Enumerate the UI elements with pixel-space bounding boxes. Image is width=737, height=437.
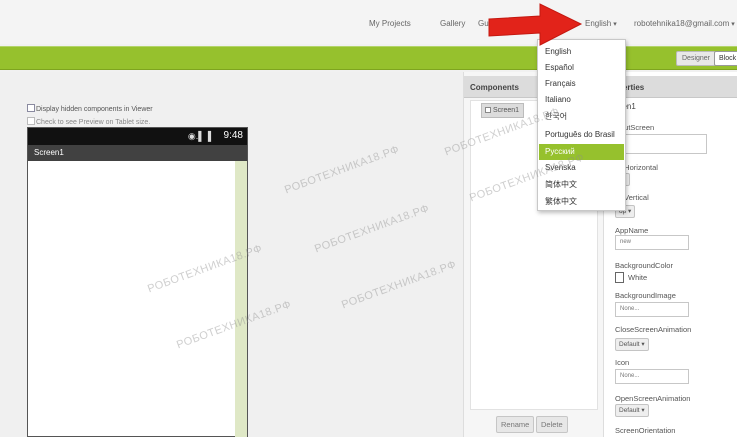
- close-animation-value: Default: [619, 341, 640, 348]
- tree-node-screen1[interactable]: Screen1: [481, 103, 525, 118]
- rename-button[interactable]: Rename: [496, 416, 535, 433]
- open-animation-select[interactable]: Default ▾: [615, 404, 649, 417]
- tablet-preview-toggle[interactable]: Check to see Preview on Tablet size.: [27, 117, 150, 126]
- icon-label: Icon: [615, 358, 630, 367]
- screen-orientation-label: ScreenOrientation: [615, 426, 676, 435]
- display-hidden-toggle[interactable]: Display hidden components in Viewer: [27, 104, 153, 113]
- status-time: 9:48: [223, 130, 243, 141]
- tablet-preview-label: Check to see Preview on Tablet size.: [36, 119, 151, 126]
- background-image-field[interactable]: None...: [615, 302, 689, 317]
- app-name-label: AppName: [615, 226, 649, 235]
- close-animation-label: CloseScreenAnimation: [615, 325, 692, 334]
- components-heading: Components: [470, 83, 519, 92]
- checkbox-icon[interactable]: [27, 104, 35, 112]
- open-animation-label: OpenScreenAnimation: [615, 394, 691, 403]
- color-swatch[interactable]: [615, 272, 624, 283]
- checkbox-icon[interactable]: [27, 117, 35, 125]
- background-color-value[interactable]: White: [628, 273, 647, 282]
- language-option-simplified-chinese[interactable]: 简体中文: [539, 177, 624, 193]
- delete-button[interactable]: Delete: [536, 416, 568, 433]
- icon-field[interactable]: None...: [615, 369, 689, 384]
- phone-status-bar: ◉.▌▐ 9:48: [28, 128, 247, 145]
- tree-node-label: Screen1: [493, 107, 520, 114]
- screen-title: Screen1: [34, 148, 64, 157]
- phone-scrollbar[interactable]: [235, 161, 247, 437]
- background-image-label: BackgroundImage: [615, 291, 676, 300]
- language-option-french[interactable]: Français: [539, 76, 624, 92]
- component-icon: [485, 107, 491, 113]
- about-screen-field[interactable]: [615, 134, 707, 154]
- background-color-label: BackgroundColor: [615, 261, 673, 270]
- app-name-field[interactable]: new: [615, 235, 689, 250]
- display-hidden-label: Display hidden components in Viewer: [36, 106, 153, 113]
- red-arrow-icon: [488, 3, 583, 46]
- language-option-traditional-chinese[interactable]: 繁体中文: [539, 194, 624, 210]
- close-animation-select[interactable]: Default ▾: [615, 338, 649, 351]
- language-option-italian[interactable]: Italiano: [539, 92, 624, 108]
- open-animation-value: Default: [619, 407, 640, 414]
- screen-title-bar: Screen1: [28, 145, 247, 161]
- language-option-spanish[interactable]: Español: [539, 60, 624, 76]
- app-inventor-designer: My Projects Gallery Gu English robotehni…: [0, 0, 737, 437]
- phone-preview[interactable]: ◉.▌▐ 9:48 Screen1: [27, 127, 248, 437]
- language-option-portuguese[interactable]: Português do Brasil: [539, 127, 624, 143]
- language-menu: English Español Français Italiano 한국어 Po…: [537, 39, 626, 211]
- signal-battery-icon: ◉.▌▐: [187, 131, 211, 141]
